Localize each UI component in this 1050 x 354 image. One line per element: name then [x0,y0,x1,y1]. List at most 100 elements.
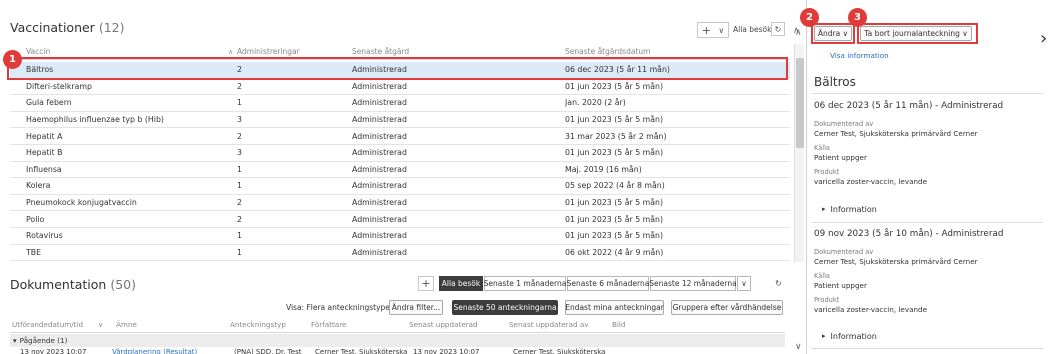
cell-updated: 13 nov 2023 10:07 [413,348,480,354]
entry-2-heading: 09 nov 2023 (5 år 10 mån) - Administrera… [814,229,1004,239]
cell-date: Jan. 2020 (2 år) [565,98,626,108]
cell-date: 01 jun 2023 (5 år 5 mån) [565,231,663,241]
panel-down-icon[interactable]: ∨ [795,342,802,352]
sort-ascending-icon[interactable]: ∧ [228,48,233,56]
vaccinations-table: Bältros 2 Administrerad 06 dec 2023 (5 å… [10,62,790,262]
table-row[interactable]: Hepatit A 2 Administrerad 31 mar 2023 (5… [10,128,790,145]
note-type-filter-label: Visa: Flera anteckningstyper [286,303,394,312]
tabs-dropdown-button[interactable]: ∨ [737,276,751,291]
divider [811,222,1043,223]
table-row[interactable]: Pneumokock konjugatvaccin 2 Administrera… [10,195,790,212]
vaccinations-filter-label[interactable]: Alla besök [733,25,772,34]
entry-1-source-value: Patient uppger [814,153,867,162]
cell-action: Administrerad [352,181,407,191]
expand-triangle-icon: ▸ [822,332,826,340]
panel-divider [806,0,807,354]
callout-3-highlight [857,23,978,44]
table-row[interactable]: 13 nov 2023 10:07 Vårdplanering (Resulta… [10,348,785,354]
column-header-vaccine[interactable]: Vaccin [10,47,235,56]
refresh-icon: ↻ [775,279,782,288]
callout-1-badge: 1 [3,50,22,69]
table-row[interactable]: Kolera 1 Administrerad 05 sep 2022 (4 år… [10,178,790,195]
table-row[interactable]: Influensa 1 Administrerad Maj. 2019 (16 … [10,162,790,179]
tab-all-visits[interactable]: Alla besök [439,276,483,291]
table-row[interactable]: Polio 2 Administrerad 01 jun 2023 (5 år … [10,211,790,228]
group-header-ongoing[interactable]: ▾ Pågående (1) [10,334,785,347]
divider [811,93,1043,94]
entry-1-information-toggle[interactable]: ▸ Information [822,205,877,214]
cell-vaccine: Hepatit A [26,131,63,141]
table-row[interactable]: Rotavirus 1 Administrerad 01 jun 2023 (5… [10,228,790,245]
cell-action: Administrerad [352,231,407,241]
callout-2-highlight [811,23,855,44]
cell-count: 2 [237,131,242,141]
cell-action: Administrerad [352,148,407,158]
documentation-tabs: Alla besök Senaste 1 månaderna Senaste 6… [439,276,769,291]
documentation-refresh-button[interactable]: ↻ [772,277,785,290]
column-header-administrations[interactable]: Administreringar [235,47,352,56]
entry-2-source-label: Källa [814,272,830,280]
tab-last-12-months[interactable]: Senaste 12 månaderna [649,276,737,291]
column-header-last-updated-by[interactable]: Senast uppdaterad av [509,320,612,329]
cell-vaccine: TBE [26,247,42,257]
chevron-down-icon: ∨ [741,279,747,288]
vaccinations-refresh-button[interactable]: ↻ [771,22,785,36]
latest-50-notes-button[interactable]: Senaste 50 anteckningarna [452,300,558,315]
table-row[interactable]: Difteri-stelkramp 2 Administrerad 01 jun… [10,79,790,96]
column-header-last-updated[interactable]: Senast uppdaterad [409,320,509,329]
documentation-header-row: Utförandedatum/tid ∨ Ämne Anteckningstyp… [10,317,785,333]
cell-vaccine: Difteri-stelkramp [26,81,92,91]
tab-last-6-months[interactable]: Senaste 6 månaderna [567,276,649,291]
callout-3-badge: 3 [848,8,867,27]
vaccinations-title: Vaccinationer (12) [10,20,124,35]
chevron-down-icon[interactable]: ∨ [98,321,112,329]
column-header-subject[interactable]: Ämne [112,320,230,329]
cell-vaccine: Pneumokock konjugatvaccin [26,198,137,208]
table-row[interactable]: Gula febern 1 Administrerad Jan. 2020 (2… [10,95,790,112]
documentation-count: (50) [110,277,137,292]
table-row[interactable]: TBE 1 Administrerad 06 okt 2022 (4 år 9 … [10,245,790,262]
callout-1-highlight [7,57,788,80]
cell-action: Administrerad [352,198,407,208]
column-header-performed-date[interactable]: Utförandedatum/tid [10,320,98,329]
vaccinations-scrollbar[interactable] [794,44,804,262]
callout-2-badge: 2 [800,8,819,27]
column-header-author[interactable]: Författare [311,320,409,329]
cell-vaccine: Gula febern [26,98,72,108]
cell-count: 1 [237,181,242,191]
cell-count: 2 [237,81,242,91]
scrollbar-thumb[interactable] [796,58,804,148]
cell-count: 2 [237,214,242,224]
cell-action: Administrerad [352,131,407,141]
only-my-notes-button[interactable]: Endast mina anteckningar [565,300,664,315]
group-by-care-event-button[interactable]: Gruppera efter vårdhändelse [671,300,783,315]
documentation-add-button[interactable]: + [418,276,434,291]
cell-action: Administrerad [352,98,407,108]
entry-2-documented-value: Cerner Test, Sjuksköterska primärvård Ce… [814,257,978,266]
column-header-latest-action[interactable]: Senaste åtgärd [352,47,565,56]
cell-date: 13 nov 2023 10:07 [20,348,87,354]
vaccinations-title-text: Vaccinationer [10,20,95,35]
cell-subject[interactable]: Vårdplanering (Resultat) [112,348,234,354]
column-header-latest-date[interactable]: Senaste åtgärdsdatum [565,47,790,56]
entry-2-information-toggle[interactable]: ▸ Information [822,332,877,341]
column-header-note-type[interactable]: Anteckningstyp [230,320,311,329]
cell-action: Administrerad [352,247,407,257]
close-panel-icon[interactable]: › [1040,30,1047,48]
table-row[interactable]: Haemophilus influenzae typ b (Hib) 3 Adm… [10,112,790,129]
vaccinations-add-button[interactable]: + ∨ [697,22,729,38]
change-filter-button[interactable]: Ändra filter... [389,300,443,315]
cell-type: (PNA) SDD, Dr. Test [234,348,302,354]
entry-1-source-label: Källa [814,144,830,152]
show-information-link[interactable]: Visa information [830,51,889,60]
cell-updated-by: Cerner Test, Sjuksköterska [513,348,606,354]
column-header-image[interactable]: Bild [612,320,672,329]
cell-vaccine: Rotavirus [26,231,63,241]
table-row[interactable]: Hepatit B 3 Administrerad 01 jun 2023 (5… [10,145,790,162]
panel-up-icon[interactable]: ∧ [795,28,802,38]
information-label: Information [830,332,877,341]
tab-last-1-month[interactable]: Senaste 1 månaderna [484,276,566,291]
refresh-icon: ↻ [774,24,782,34]
divider [811,348,1043,349]
entry-1-product-value: varicella zoster-vaccin, levande [814,177,928,186]
